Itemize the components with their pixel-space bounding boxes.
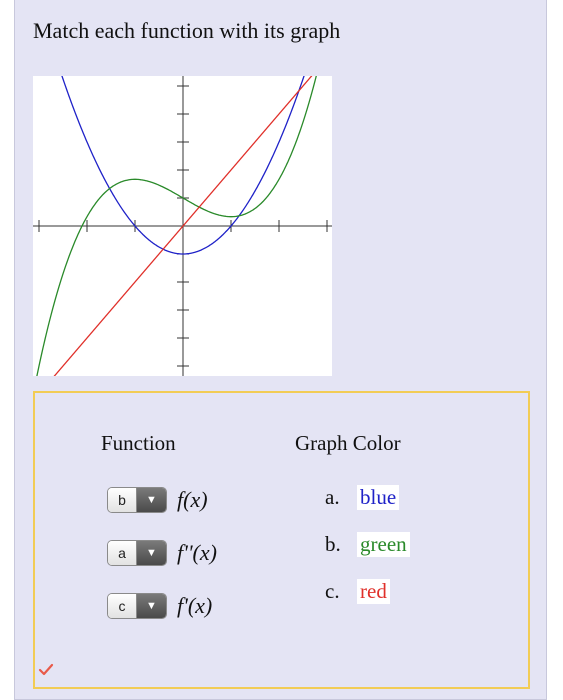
graph-color-header: Graph Color	[295, 431, 401, 455]
function-label: f''(x)	[177, 540, 217, 565]
select-value: b	[108, 488, 137, 512]
option-color-name: green	[357, 532, 410, 557]
match-select-f[interactable]: b ▼	[107, 487, 167, 513]
function-label: f'(x)	[177, 593, 213, 618]
select-value: a	[108, 541, 137, 565]
answer-area: Function Graph Color b ▼ f(x) a ▼ f''(x)…	[33, 391, 530, 689]
dropdown-arrow-icon: ▼	[137, 541, 166, 565]
option-a: a. blue	[325, 485, 400, 510]
graph-canvas	[33, 76, 332, 376]
question-text: Match each function with its graph	[33, 18, 341, 43]
match-row-f: b ▼ f(x)	[107, 486, 208, 514]
option-letter: a.	[325, 485, 340, 509]
question-panel: Match each function with its graph Funct…	[14, 0, 547, 700]
option-b: b. green	[325, 532, 410, 557]
match-select-f-prime[interactable]: c ▼	[107, 593, 167, 619]
dropdown-arrow-icon: ▼	[137, 594, 166, 618]
match-row-f-double-prime: a ▼ f''(x)	[107, 539, 217, 567]
option-color-name: blue	[357, 485, 400, 510]
checkmark-icon	[38, 663, 54, 676]
option-letter: b.	[325, 532, 341, 556]
function-header: Function	[101, 431, 176, 455]
dropdown-arrow-icon: ▼	[137, 488, 166, 512]
option-c: c. red	[325, 579, 390, 604]
option-color-name: red	[357, 579, 390, 604]
option-letter: c.	[325, 579, 340, 603]
match-row-f-prime: c ▼ f'(x)	[107, 592, 212, 620]
function-graph	[33, 76, 346, 447]
select-value: c	[108, 594, 137, 618]
match-select-f-double-prime[interactable]: a ▼	[107, 540, 167, 566]
function-label: f(x)	[177, 487, 208, 512]
